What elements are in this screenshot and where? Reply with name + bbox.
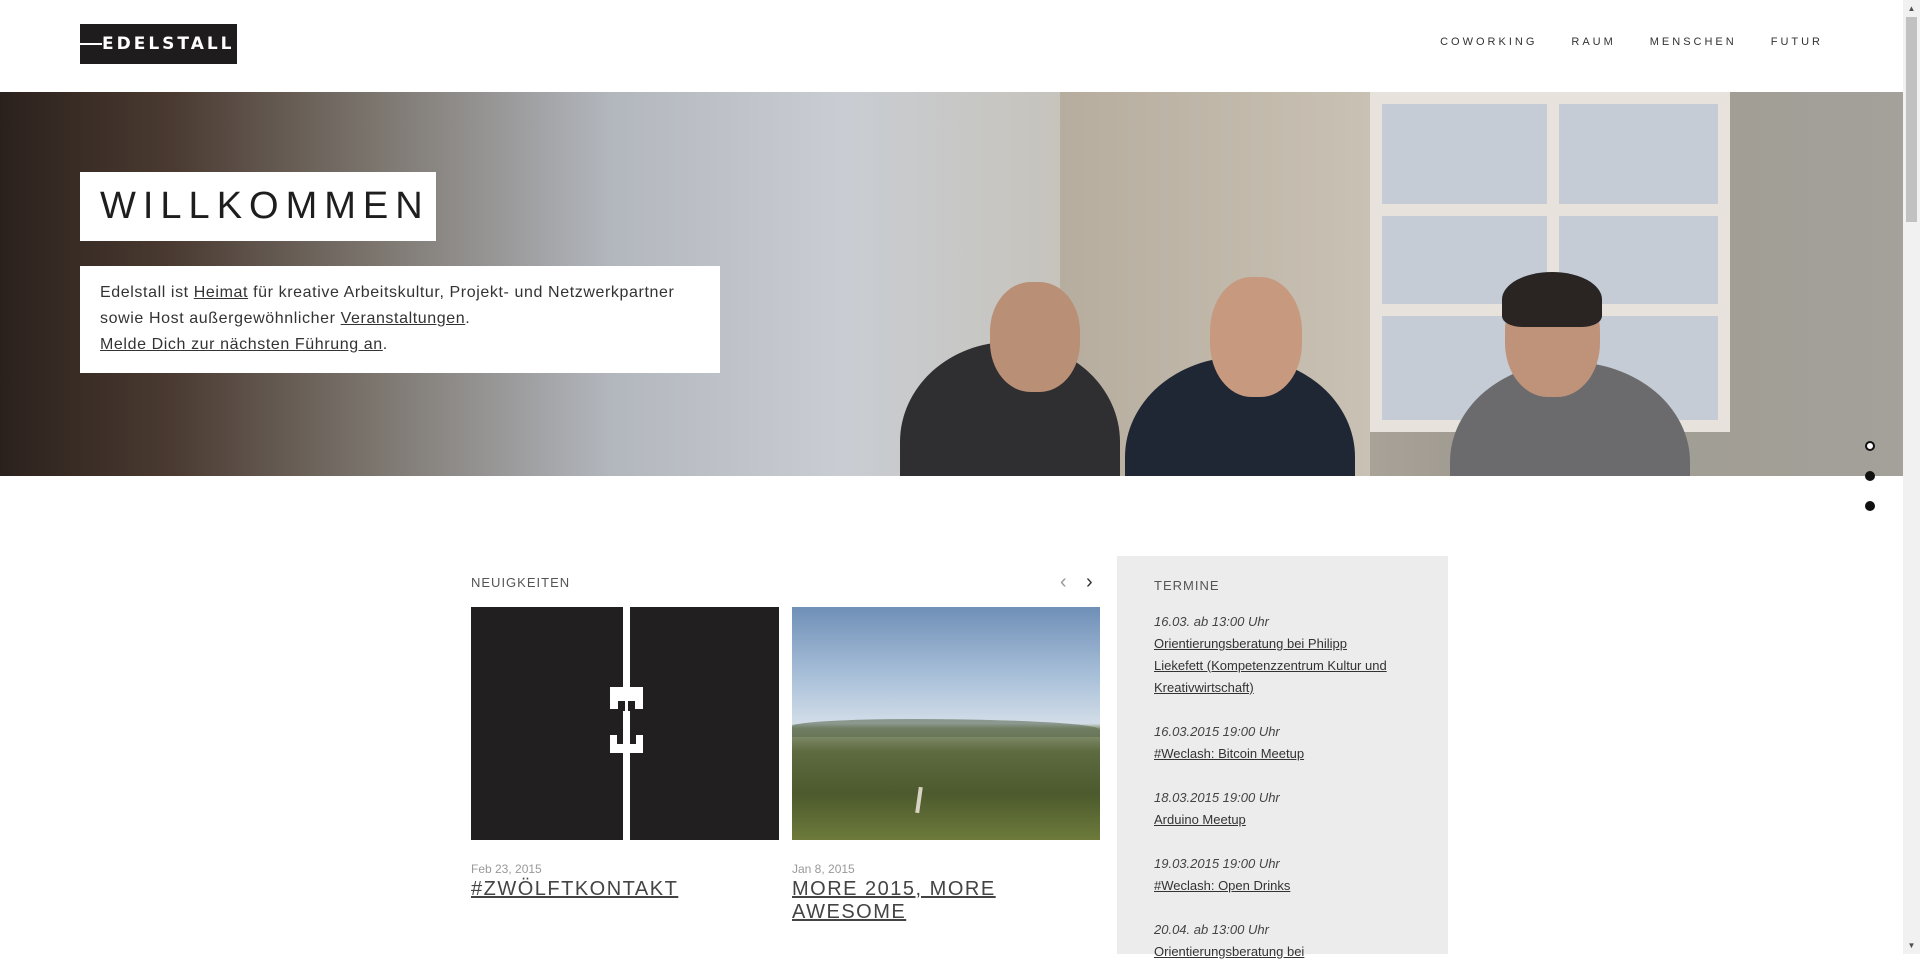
event-item: 19.03.2015 19:00 Uhr #Weclash: Open Drin… bbox=[1154, 853, 1411, 897]
nav-menschen[interactable]: MENSCHEN bbox=[1650, 36, 1737, 48]
nav-raum[interactable]: RAUM bbox=[1571, 36, 1615, 48]
scroll-up-icon[interactable]: ▲ bbox=[1903, 0, 1920, 17]
news-card-image[interactable] bbox=[792, 607, 1100, 840]
event-time: 18.03.2015 19:00 Uhr bbox=[1154, 790, 1280, 805]
hero-person-3-hair bbox=[1502, 272, 1602, 327]
event-link[interactable]: #Weclash: Open Drinks bbox=[1154, 875, 1411, 897]
logo[interactable]: EDELSTALL bbox=[80, 24, 237, 64]
news-card: Feb 23, 2015 #ZWÖLFTKONTAKT bbox=[471, 607, 779, 901]
news-card-image[interactable] bbox=[471, 607, 779, 840]
news-card-date: Feb 23, 2015 bbox=[471, 862, 542, 876]
intro-text-1: Edelstall ist bbox=[100, 284, 194, 301]
intro-text-3: . bbox=[465, 310, 471, 327]
slide-dot-2[interactable] bbox=[1865, 471, 1875, 481]
hero-person-1-head bbox=[990, 282, 1080, 392]
event-item: 20.04. ab 13:00 Uhr Orientierungsberatun… bbox=[1154, 919, 1411, 963]
event-time: 19.03.2015 19:00 Uhr bbox=[1154, 856, 1280, 871]
heimat-link[interactable]: Heimat bbox=[194, 284, 248, 301]
event-item: 16.03.2015 19:00 Uhr #Weclash: Bitcoin M… bbox=[1154, 721, 1411, 765]
event-time: 16.03. ab 13:00 Uhr bbox=[1154, 614, 1269, 629]
page-scrollbar[interactable]: ▲ ▼ bbox=[1903, 0, 1920, 954]
veranstaltungen-link[interactable]: Veranstaltungen bbox=[341, 310, 466, 327]
hero-person-2-head bbox=[1210, 277, 1302, 397]
site-header: EDELSTALL COWORKING RAUM MENSCHEN FUTUR bbox=[0, 0, 1903, 92]
scrollbar-thumb[interactable] bbox=[1906, 17, 1917, 222]
nav-coworking[interactable]: COWORKING bbox=[1440, 36, 1537, 48]
chevron-right-icon[interactable]: › bbox=[1086, 572, 1093, 592]
slide-dots bbox=[1865, 441, 1875, 531]
event-link[interactable]: Orientierungsberatung bei Philipp Liekef… bbox=[1154, 633, 1394, 699]
chevron-left-icon[interactable]: ‹ bbox=[1060, 572, 1067, 592]
fuehrung-link[interactable]: Melde Dich zur nächsten Führung an bbox=[100, 336, 383, 353]
hero-title: WILLKOMMEN bbox=[80, 172, 436, 241]
logo-bar bbox=[80, 43, 102, 45]
event-link[interactable]: #Weclash: Bitcoin Meetup bbox=[1154, 743, 1411, 765]
logo-text: EDELSTALL bbox=[102, 34, 235, 54]
nav-futur[interactable]: FUTUR bbox=[1771, 36, 1823, 48]
slide-dot-1[interactable] bbox=[1865, 441, 1875, 451]
hero-intro: Edelstall ist Heimat für kreative Arbeit… bbox=[80, 266, 720, 373]
event-item: 16.03. ab 13:00 Uhr Orientierungsberatun… bbox=[1154, 611, 1411, 699]
news-card-title[interactable]: #ZWÖLFTKONTAKT bbox=[471, 878, 678, 901]
scroll-down-icon[interactable]: ▼ bbox=[1903, 937, 1920, 954]
slide-dot-3[interactable] bbox=[1865, 501, 1875, 511]
event-item: 18.03.2015 19:00 Uhr Arduino Meetup bbox=[1154, 787, 1411, 831]
events-heading: TERMINE bbox=[1154, 578, 1220, 593]
intro-text-4: . bbox=[382, 336, 388, 353]
news-card: Jan 8, 2015 MORE 2015, MORE AWESOME bbox=[792, 607, 1100, 924]
news-card-date: Jan 8, 2015 bbox=[792, 862, 855, 876]
news-card-title[interactable]: MORE 2015, MORE AWESOME bbox=[792, 878, 1100, 924]
events-panel: TERMINE 16.03. ab 13:00 Uhr Orientierung… bbox=[1117, 556, 1448, 959]
main-nav: COWORKING RAUM MENSCHEN FUTUR bbox=[1406, 36, 1823, 48]
event-time: 20.04. ab 13:00 Uhr bbox=[1154, 922, 1269, 937]
news-heading: NEUIGKEITEN bbox=[471, 575, 571, 590]
event-link[interactable]: Arduino Meetup bbox=[1154, 809, 1411, 831]
event-link[interactable]: Orientierungsberatung bei bbox=[1154, 941, 1411, 963]
event-time: 16.03.2015 19:00 Uhr bbox=[1154, 724, 1280, 739]
